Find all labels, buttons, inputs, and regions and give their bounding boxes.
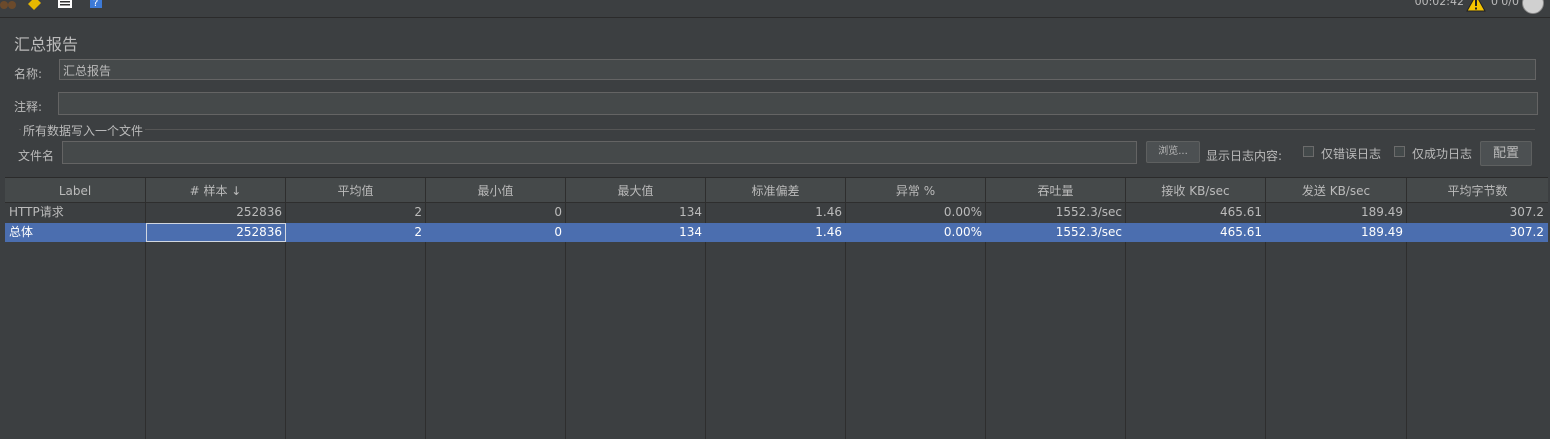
cell-std-dev: 1.46 [815,205,842,219]
column-header-samples[interactable]: # 样本 ↓ [146,178,286,202]
column-header-max[interactable]: 最大值 [566,178,706,202]
warning-icon[interactable] [1466,0,1486,15]
cell-samples: 252836 [236,205,282,219]
warning-count: 0 [1491,0,1498,8]
aggregate-report-panel: 汇总报告 名称: 汇总报告 注释: 所有数据写入一个文件 文件名 浏览... 显… [5,18,1548,439]
comment-field[interactable] [58,92,1538,115]
cell-min: 0 [554,225,562,239]
toolbar: ? 00:02:42 0 0/0 [0,0,1550,18]
column-header-label[interactable]: Label [5,178,146,202]
errors-only-checkbox[interactable] [1303,146,1314,157]
remote-status-icon[interactable] [1522,0,1544,14]
column-header-sent[interactable]: 发送 KB/sec [1266,178,1407,202]
cell-max: 134 [679,205,702,219]
success-only-label: 仅成功日志 [1412,147,1473,161]
column-header-received[interactable]: 接收 KB/sec [1126,178,1266,202]
page-title: 汇总报告 [14,35,79,54]
cell-sent: 189.49 [1361,225,1403,239]
binoculars-icon[interactable] [0,0,16,10]
filename-input[interactable] [62,141,1137,164]
log-content-label: 显示日志内容: [1206,149,1283,163]
cell-label: 总体 [9,225,34,239]
cell-std-dev: 1.46 [815,225,842,239]
write-all-label: 所有数据写入一个文件 [21,122,146,139]
cell-samples: 252836 [146,223,286,242]
cell-label: HTTP请求 [9,205,64,219]
filename-label: 文件名 [18,149,55,163]
column-header-average[interactable]: 平均值 [286,178,426,202]
column-header-std-dev[interactable]: 标准偏差 [706,178,846,202]
column-header-min[interactable]: 最小值 [426,178,566,202]
errors-only-label: 仅错误日志 [1321,147,1382,161]
svg-text:?: ? [93,0,98,9]
success-only-checkbox[interactable] [1394,146,1405,157]
name-label: 名称: [14,67,43,81]
table-header: Label # 样本 ↓ 平均值 最小值 最大值 标准偏差 异常 % 吞吐量 接… [5,178,1548,203]
cell-min: 0 [554,205,562,219]
cell-throughput: 1552.3/sec [1055,205,1122,219]
cell-average: 2 [414,225,422,239]
browse-button[interactable]: 浏览... [1146,141,1200,163]
column-header-error-pct[interactable]: 异常 % [846,178,986,202]
clear-broom-icon[interactable] [26,0,42,10]
active-threads: 0/0 [1501,0,1519,8]
column-header-avg-bytes[interactable]: 平均字节数 [1407,178,1548,202]
name-field[interactable]: 汇总报告 [59,59,1536,80]
cell-avg-bytes: 307.2 [1509,205,1544,219]
results-table: Label # 样本 ↓ 平均值 最小值 最大值 标准偏差 异常 % 吞吐量 接… [5,177,1548,439]
column-header-throughput[interactable]: 吞吐量 [986,178,1126,202]
table-row[interactable]: HTTP请求 252836 2 0 134 1.46 0.00% 1552.3/… [5,203,1548,222]
cell-received: 465.61 [1220,205,1262,219]
cell-average: 2 [414,205,422,219]
cell-received: 465.61 [1220,225,1262,239]
cell-max: 134 [679,225,702,239]
table-row-selected[interactable]: 总体 252836 2 0 134 1.46 0.00% 1552.3/sec … [5,223,1548,242]
cell-error-pct: 0.00% [943,225,982,239]
cell-sent: 189.49 [1361,205,1403,219]
comment-label: 注释: [14,100,43,114]
cell-error-pct: 0.00% [943,205,982,219]
divider [19,129,1535,130]
elapsed-time: 00:02:42 [1414,0,1464,8]
cell-avg-bytes: 307.2 [1509,225,1544,239]
configure-button[interactable]: 配置 [1480,141,1532,166]
cell-throughput: 1552.3/sec [1055,225,1122,239]
help-icon[interactable]: ? [89,0,105,10]
list-icon[interactable] [57,0,73,10]
